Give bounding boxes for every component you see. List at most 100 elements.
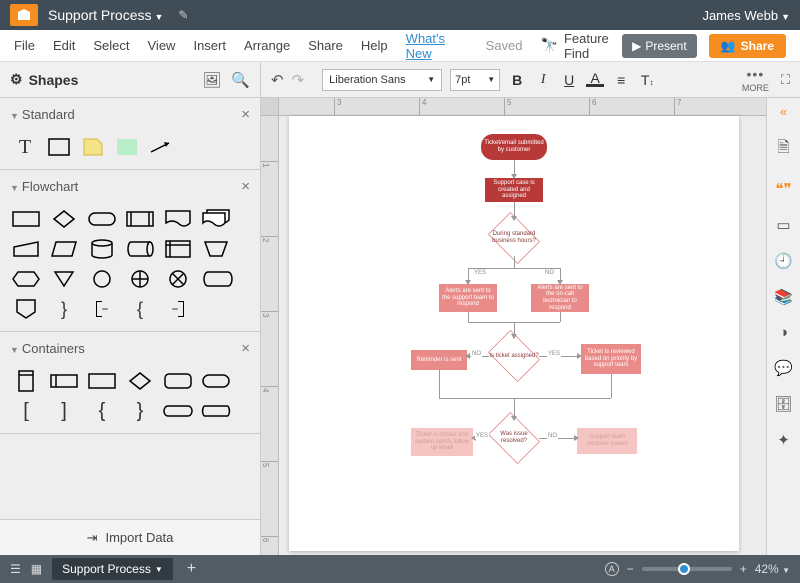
app-logo[interactable] (10, 4, 38, 26)
menu-arrange[interactable]: Arrange (244, 38, 290, 53)
node-process[interactable]: Support case is created and assigned (485, 178, 543, 202)
node-decision[interactable]: During standard business hours? (485, 216, 543, 260)
shape-process[interactable] (10, 207, 42, 231)
shape-document[interactable] (162, 207, 194, 231)
undo-button[interactable]: ↶ (271, 71, 284, 89)
node-process[interactable]: Ticket is closed and system sends follow… (411, 428, 473, 456)
shape-terminator[interactable] (86, 207, 118, 231)
menu-share[interactable]: Share (308, 38, 343, 53)
comments-icon[interactable]: ❝❞ (775, 180, 791, 198)
shape-directdata[interactable] (124, 237, 156, 261)
shape-roundrect-container[interactable] (162, 369, 194, 393)
magic-icon[interactable]: ✦ (777, 431, 790, 449)
shape-decision[interactable] (48, 207, 80, 231)
shape-text[interactable]: T (12, 137, 38, 157)
search-icon[interactable]: 🔍 (231, 71, 250, 89)
shape-brace-left2[interactable]: { (86, 399, 118, 423)
shape-preparation[interactable] (10, 267, 42, 291)
present-button[interactable]: ▶Present (622, 34, 697, 58)
shape-internalstorage[interactable] (162, 237, 194, 261)
shape-storeddata[interactable] (200, 267, 232, 291)
data-icon[interactable]: 🗄 (774, 395, 793, 413)
shape-manualop[interactable] (200, 237, 232, 261)
shape-brace-right2[interactable]: } (124, 399, 156, 423)
page-tab[interactable]: Support Process▼ (52, 558, 173, 580)
page[interactable]: Ticket/email submitted by customer Suppo… (289, 116, 739, 551)
redo-button[interactable]: ↷ (292, 71, 305, 89)
shape-swimlane-v[interactable] (10, 369, 42, 393)
node-process[interactable]: Reminder is sent (411, 350, 467, 370)
shape-or[interactable] (162, 267, 194, 291)
shape-rect-container[interactable] (86, 369, 118, 393)
canvas[interactable]: 3 4 5 6 7 1 2 3 4 5 6 Ticket/email submi… (261, 98, 766, 555)
close-icon[interactable]: × (241, 106, 250, 123)
bold-button[interactable]: B (508, 72, 526, 88)
shape-bracket-right[interactable]: ] (48, 399, 80, 423)
import-data-button[interactable]: ⇥ Import Data (0, 519, 260, 555)
shape-pill-container[interactable] (200, 369, 232, 393)
zoom-slider[interactable] (642, 567, 732, 571)
shape-flex-container[interactable] (162, 399, 194, 423)
node-decision[interactable]: Is ticket assigned? (485, 334, 543, 378)
collapse-icon[interactable]: « (780, 104, 787, 119)
panel-flowchart-header[interactable]: ▼Flowchart × (0, 170, 260, 203)
menu-insert[interactable]: Insert (193, 38, 226, 53)
node-process[interactable]: Alerts are sent to the on-call technicia… (531, 284, 589, 312)
outline-icon[interactable]: ☰ (10, 562, 21, 576)
document-title[interactable]: Support Process▼ (48, 7, 163, 23)
node-start[interactable]: Ticket/email submitted by customer (481, 134, 547, 160)
history-icon[interactable]: 🕘 (774, 252, 793, 270)
grid-icon[interactable]: ▦ (31, 562, 42, 576)
node-process[interactable]: Alerts are sent to the support team to r… (439, 284, 497, 312)
zoom-out-button[interactable]: − (627, 562, 634, 576)
shape-flex-container2[interactable] (200, 399, 232, 423)
font-family-select[interactable]: Liberation Sans▼ (322, 69, 442, 91)
panel-containers-header[interactable]: ▼Containers × (0, 332, 260, 365)
shape-data-parallelogram[interactable] (48, 237, 80, 261)
pencil-icon[interactable]: ✎ (178, 8, 188, 22)
more-button[interactable]: •••MORE (742, 66, 769, 93)
shape-block[interactable] (114, 137, 140, 157)
close-icon[interactable]: × (241, 178, 250, 195)
menu-select[interactable]: Select (93, 38, 129, 53)
shape-diamond-container[interactable] (124, 369, 156, 393)
shape-connector[interactable] (86, 267, 118, 291)
shape-note[interactable] (80, 137, 106, 157)
menu-view[interactable]: View (148, 38, 176, 53)
add-page-button[interactable]: + (187, 560, 196, 578)
layers-icon[interactable]: 📚 (774, 288, 793, 306)
shape-arrow[interactable] (148, 137, 174, 157)
node-decision[interactable]: Was issue resolved? (485, 416, 543, 460)
shape-swimlane-h[interactable] (48, 369, 80, 393)
node-process[interactable]: Support team resolves issues (577, 428, 637, 454)
zoom-in-button[interactable]: + (740, 562, 747, 576)
share-button[interactable]: 👥Share (709, 34, 786, 58)
shape-predefined[interactable] (124, 207, 156, 231)
image-icon[interactable]: 🖼 (202, 71, 221, 89)
panel-standard-header[interactable]: ▼Standard × (0, 98, 260, 131)
shape-merge[interactable] (48, 267, 80, 291)
text-options-button[interactable]: T↕ (638, 72, 656, 88)
shape-brace-left[interactable]: { (124, 297, 156, 321)
text-color-button[interactable]: A (586, 72, 604, 87)
shapes-panel-header[interactable]: ⚙ Shapes (10, 71, 78, 88)
menu-file[interactable]: File (14, 38, 35, 53)
menu-help[interactable]: Help (361, 38, 388, 53)
shape-bracket-left[interactable]: [ (10, 399, 42, 423)
feature-find[interactable]: 🔭 Feature Find (541, 31, 611, 61)
master-icon[interactable]: ◑ (779, 324, 788, 341)
shape-sumjunction[interactable] (124, 267, 156, 291)
shape-rectangle[interactable] (46, 137, 72, 157)
shape-note-left[interactable]: ⎯ (162, 297, 194, 321)
shape-note-right[interactable]: ⎯ (86, 297, 118, 321)
whats-new-link[interactable]: What's New (406, 31, 468, 61)
shape-offpage[interactable] (10, 297, 42, 321)
close-icon[interactable]: × (241, 340, 250, 357)
shape-brace-right[interactable]: } (48, 297, 80, 321)
chat-icon[interactable]: 💬 (774, 359, 793, 377)
node-process[interactable]: Ticket is reviewed based on priority by … (581, 344, 641, 374)
zoom-reset-icon[interactable]: A (605, 562, 619, 576)
fullscreen-icon[interactable]: ⛶ (781, 72, 790, 88)
font-size-select[interactable]: 7pt▼ (450, 69, 500, 91)
zoom-level[interactable]: 42% ▼ (755, 562, 790, 576)
